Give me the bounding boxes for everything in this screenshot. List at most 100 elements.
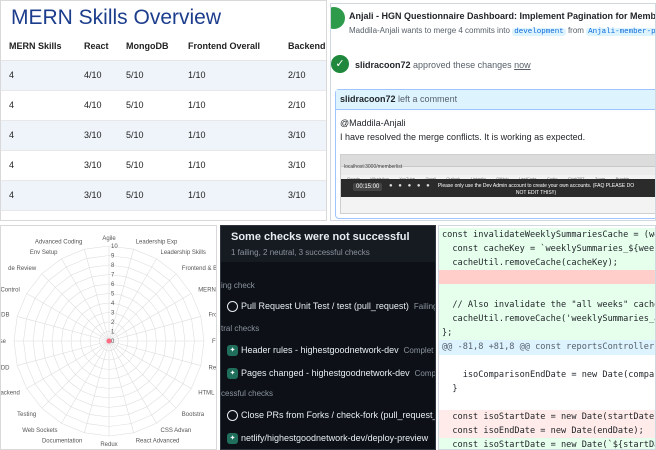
base-branch-label[interactable]: development — [512, 28, 566, 36]
radar-tick-label: 6 — [111, 282, 115, 288]
radar-axis-label: Advanced Coding — [35, 240, 82, 246]
radar-axis-label: Leadership Exp — [136, 240, 178, 246]
column-header: Backend O — [280, 33, 326, 61]
check-status: Failing — [413, 302, 436, 311]
netlify-icon: ✦ — [227, 345, 238, 356]
skills-table: MERN Skills React MongoDB Frontend Overa… — [1, 33, 326, 220]
pr-merge-info: Maddila-Anjali wants to merge 4 commits … — [349, 26, 655, 36]
diff-line: const invalidateWeeklySummariesCache = (… — [439, 228, 655, 243]
diff-line — [439, 270, 655, 285]
radar-axis-label: React Advanced — [136, 439, 180, 445]
check-status: Complet — [403, 346, 434, 355]
radar-axis-label: HTML — [198, 391, 215, 397]
table-cell: 4 — [1, 180, 76, 211]
netlify-icon: ✦ — [227, 433, 238, 444]
diff-line: // Also invalidate the "all weeks" cache — [439, 298, 655, 313]
column-header: Frontend Overall — [180, 33, 280, 61]
check-name-wrap: Pages changed - highestgoodnetwork-dev Co… — [241, 368, 436, 378]
table-cell: 5/10 — [118, 60, 180, 91]
radar-spoke — [17, 316, 110, 342]
table-cell: 4 — [1, 150, 76, 181]
timer-controls-icon: ● ● ● ● ● — [389, 183, 432, 189]
radar-axis-label: Respo — [209, 366, 218, 372]
radar-axis-label: Frontend & Backend Ove — [182, 266, 217, 272]
check-row[interactable]: Close PRs from Forks / check-fork (pull_… — [221, 407, 435, 425]
table-cell: 2/10 — [280, 60, 326, 91]
radar-spoke — [108, 258, 157, 342]
check-row[interactable]: ✦ netlify/highestgoodnetwork-dev/deploy-… — [221, 430, 435, 448]
skills-table-title: MERN Skills Overview — [11, 6, 222, 29]
table-cell: 3/10 — [76, 120, 118, 151]
radar-data-point — [106, 338, 112, 344]
failing-section-label[interactable]: ing check — [221, 281, 255, 290]
check-icon: ✓ — [331, 55, 349, 73]
table-row: 4 3/10 5/10 1/10 3/10 — [1, 180, 326, 211]
check-row[interactable]: ✦ Pages changed - highestgoodnetwork-dev… — [221, 365, 436, 383]
diff-line — [439, 354, 655, 369]
radar-chart: Agile Leadership Exp Leadership Skills Fron… — [1, 236, 218, 448]
radar-axis-label: Control — [1, 288, 20, 294]
approval-action: approved these changes — [413, 60, 512, 70]
table-cell: 4/10 — [76, 90, 118, 121]
check-row[interactable]: ✦ Header rules - highestgoodnetwork-dev C… — [221, 342, 435, 360]
check-name: netlify/highestgoodnetwork-dev/deploy-pr… — [241, 433, 429, 443]
table-cell: 1/10 — [180, 150, 280, 181]
diff-line: }; — [439, 326, 655, 341]
table-cell: 3/10 — [280, 150, 326, 181]
radar-axis-label: Agile — [102, 236, 116, 242]
table-row: 4 3/10 5/10 1/10 3/10 — [1, 120, 326, 151]
diff-line: const cacheKey = `weeklySummaries_${week — [439, 242, 655, 257]
approver-name[interactable]: slidracoon72 — [355, 60, 411, 70]
comment-mention[interactable]: @Maddila-Anjali — [340, 118, 655, 128]
table-cell: 5/10 — [118, 180, 180, 211]
radar-axis-label: Backend — [1, 391, 20, 397]
radar-axis-label: Env Setup — [30, 250, 58, 256]
diff-line: cacheUtil.removeCache(cacheKey); — [439, 256, 655, 271]
radar-axis-label: Documentation — [42, 439, 82, 445]
checks-header: Some checks were not successful 1 failin… — [221, 226, 435, 262]
github-icon — [227, 410, 238, 421]
comment-action: left a comment — [398, 94, 458, 104]
radar-axis-label: Frontend — [209, 312, 218, 318]
radar-spoke — [84, 340, 110, 433]
diff-line: const isoStartDate = new Date(startDate — [439, 410, 655, 425]
column-header: React — [76, 33, 118, 61]
table-row: 10 10/10 9/10 10/10 9/10 — [1, 210, 326, 220]
radar-axis-label: Testing — [17, 412, 36, 418]
successful-section-label[interactable]: cessful checks — [221, 389, 273, 398]
radar-spoke — [84, 249, 110, 342]
check-name: Header rules - highestgoodnetwork-dev — [241, 345, 399, 355]
comment-box: slidracoon72 left a comment @Maddila-Anj… — [335, 89, 655, 219]
table-cell: 3/10 — [76, 150, 118, 181]
radar-spoke — [26, 293, 110, 342]
table-cell: 3/10 — [280, 120, 326, 151]
code-diff-panel: const invalidateWeeklySummariesCache = (… — [438, 225, 656, 450]
checks-summary: 1 failing, 2 neutral, 3 successful check… — [231, 248, 370, 257]
table-cell: 4/10 — [76, 60, 118, 91]
radar-spoke — [61, 340, 110, 424]
radar-axis-label: Figma — [212, 339, 217, 345]
table-cell: 4 — [1, 90, 76, 121]
diff-hunk-header[interactable]: @@ -81,8 +81,8 @@ const reportsControlle… — [439, 340, 655, 355]
radar-spoke — [108, 340, 192, 389]
head-branch-label[interactable]: Anjali-member-pa — [586, 28, 655, 36]
radar-axis-label: Bootstra — [182, 412, 205, 418]
radar-spoke — [108, 340, 157, 424]
table-cell: 10 — [1, 210, 76, 220]
table-cell: 9/10 — [118, 210, 180, 220]
table-cell: 4 — [1, 120, 76, 151]
check-status: Comp — [414, 369, 436, 378]
neutral-section-label[interactable]: tral checks — [221, 324, 259, 333]
column-header: MongoDB — [118, 33, 180, 61]
table-row: 4 4/10 5/10 1/10 2/10 — [1, 60, 326, 91]
pr-title[interactable]: Anjali - HGN Questionnaire Dashboard: Im… — [349, 11, 655, 21]
skills-table-panel: MERN Skills Overview MERN Skills React M… — [0, 0, 327, 221]
check-name: Pages changed - highestgoodnetwork-dev — [241, 368, 410, 378]
table-cell: 5/10 — [118, 150, 180, 181]
radar-axis-label: MERN Stack — [198, 288, 217, 294]
table-cell: 2/10 — [280, 90, 326, 121]
check-row[interactable]: Pull Request Unit Test / test (pull_requ… — [221, 298, 436, 316]
commenter-name[interactable]: slidracoon72 — [340, 94, 396, 104]
diff-line: } — [442, 384, 458, 394]
approval-time[interactable]: now — [514, 60, 531, 70]
